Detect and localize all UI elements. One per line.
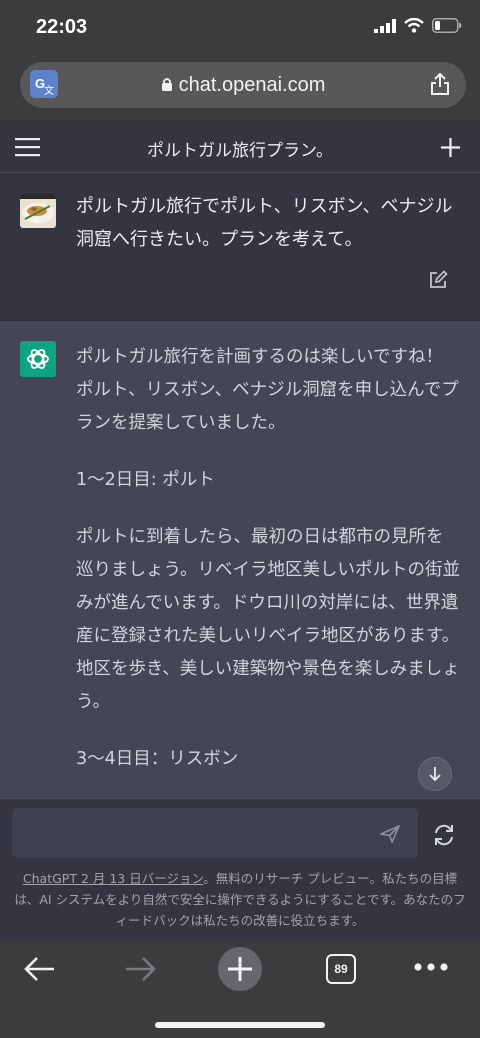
arrow-down-icon [429,767,441,782]
scroll-to-bottom-button[interactable] [418,757,452,791]
assistant-message-text: ポルトガル旅行を計画するのは楽しいですね！ポルト、リスボン、ベナジル洞窟を申し込… [76,341,460,800]
refresh-icon[interactable] [432,824,456,846]
address-bar[interactable]: G 文 chat.openai.com [20,62,466,108]
more-icon[interactable] [414,963,448,971]
back-arrow-icon[interactable] [24,956,56,982]
tabs-icon[interactable]: 89 [326,954,356,984]
url-display[interactable]: chat.openai.com [20,74,466,97]
footer-disclaimer: ChatGPT 2 月 13 日バージョン。無料のリサーチ プレビュー。私たちの… [14,868,466,931]
assistant-heading: 3〜4日目：リスボン [76,749,239,769]
assistant-paragraph: ポルトガル旅行を計画するのは楽しいですね！ポルト、リスボン、ベナジル洞窟を申し込… [76,347,459,433]
assistant-paragraph: ポルトに到着したら、最初の日は都市の見所を巡りましょう。リベイラ地区美しいポルト… [76,527,460,712]
status-time: 22:03 [36,16,88,38]
send-icon[interactable] [380,825,400,843]
cellular-signal-icon [374,18,396,33]
plus-icon[interactable] [440,137,461,158]
new-tab-button[interactable] [218,947,262,991]
url-text: chat.openai.com [178,74,326,96]
lock-icon [161,78,172,91]
release-notes-link[interactable]: ChatGPT 2 月 13 日バージョン [23,871,203,886]
user-message-text: ポルトガル旅行でポルト、リスボン、ベナジル洞窟へ行きたい。プランを考えて。 [76,196,453,250]
openai-logo-icon [20,341,56,377]
forward-arrow-icon[interactable] [124,956,156,982]
tab-count: 89 [334,962,348,976]
home-indicator [155,1022,325,1028]
edit-icon[interactable] [428,270,448,290]
chat-title: ポルトガル旅行プラン。 [147,141,333,161]
battery-icon [432,18,462,33]
wifi-icon [404,18,424,33]
share-icon[interactable] [430,72,450,96]
status-icons [374,18,462,33]
assistant-heading: 1〜2日目: ポルト [76,470,215,490]
message-input[interactable] [12,808,418,858]
user-avatar [20,194,56,228]
